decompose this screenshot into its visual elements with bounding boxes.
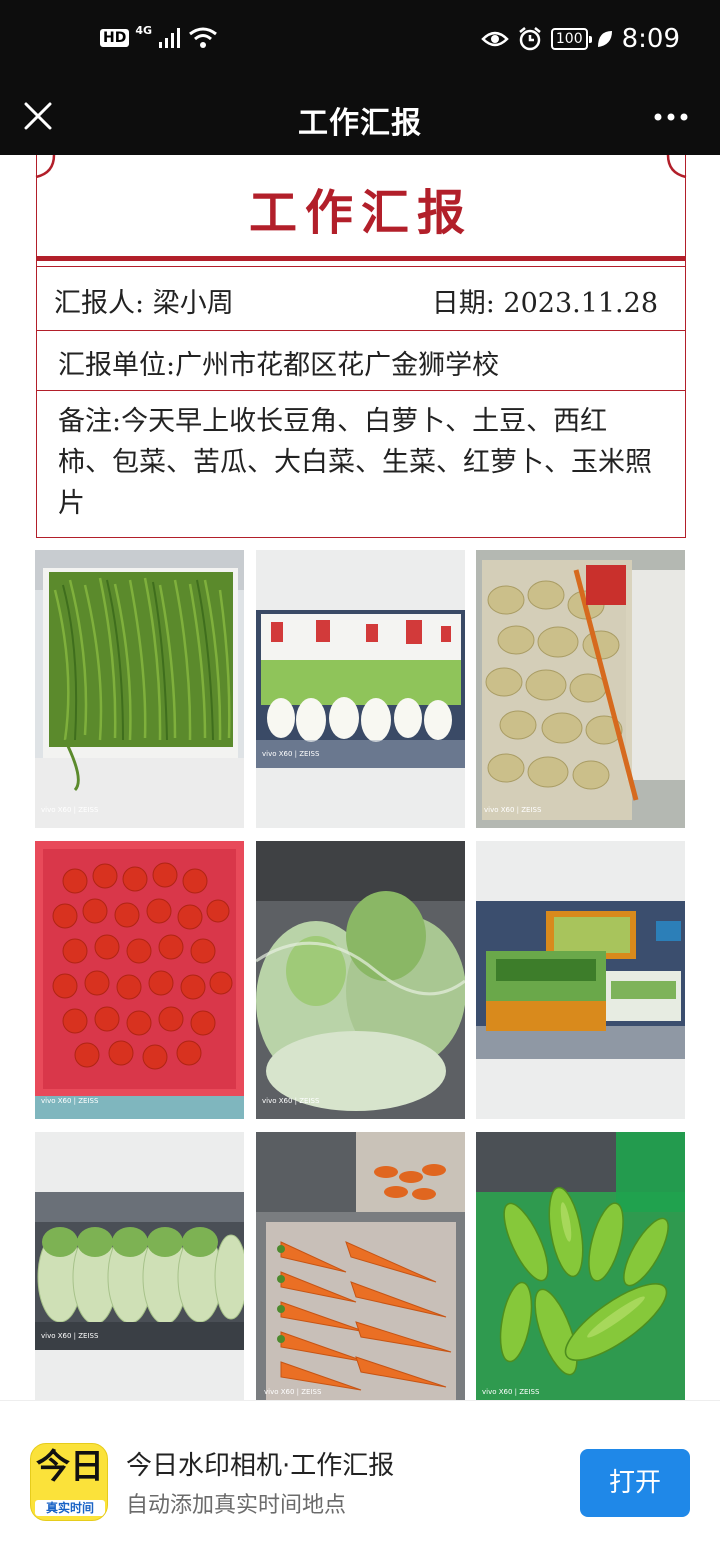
logo-text: 今日: [36, 1447, 104, 1487]
unit-row: 汇报单位:广州市花都区花广金狮学校: [36, 330, 686, 390]
wifi-icon: [189, 27, 217, 48]
more-icon: [654, 113, 688, 121]
hd-badge: HD: [100, 29, 130, 47]
reporter-name: 梁小周: [152, 288, 234, 319]
unit-value: 广州市花都区花广金狮学校: [175, 350, 500, 381]
photo-cabbage[interactable]: vivo X60 | ZEISS: [256, 841, 465, 1119]
status-right: 100 8:09: [481, 24, 680, 54]
note-field: 备注:今天早上收长豆角、白萝卜、土豆、西红柿、包菜、苦瓜、大白菜、生菜、红萝卜、…: [58, 401, 658, 524]
leaf-icon: [597, 31, 612, 47]
status-left: HD 4G: [100, 23, 218, 50]
note-label: 备注:: [58, 406, 122, 437]
reporter-label: 汇报人:: [54, 288, 145, 319]
battery-indicator: 100: [550, 28, 592, 50]
photo-carrots[interactable]: vivo X60 | ZEISS: [256, 1132, 465, 1400]
more-button[interactable]: [652, 102, 692, 132]
app-promo-banner: 今日 真实时间 今日水印相机·工作汇报 自动添加真实时间地点 打开: [0, 1400, 720, 1560]
photo-napa-cabbage[interactable]: vivo X60 | ZEISS: [35, 1132, 244, 1400]
report-content: 工作汇报 汇报人: 梁小周 日期: 2023.11.28 汇报单位:广州市花都区…: [0, 155, 720, 1400]
clock: 8:09: [621, 24, 680, 54]
photo-white-radish[interactable]: vivo X60 | ZEISS: [256, 550, 465, 828]
photo-watermark: vivo X60 | ZEISS: [262, 750, 320, 758]
photo-bitter-melon[interactable]: vivo X60 | ZEISS: [476, 1132, 685, 1400]
photo-potatoes[interactable]: vivo X60 | ZEISS: [476, 550, 685, 828]
report-card: 工作汇报 汇报人: 梁小周 日期: 2023.11.28 汇报单位:广州市花都区…: [35, 155, 687, 538]
logo-caption: 真实时间: [35, 1500, 105, 1516]
report-heading: 工作汇报: [248, 185, 473, 241]
photo-watermark: vivo X60 | ZEISS: [41, 1332, 99, 1340]
reporter-row: 汇报人: 梁小周 日期: 2023.11.28: [36, 266, 686, 330]
signal-icon: [159, 28, 181, 48]
unit-label: 汇报单位:: [58, 350, 176, 381]
app-subtitle: 自动添加真实时间地点: [126, 1493, 347, 1518]
eye-icon: [481, 31, 509, 47]
photo-green-beans[interactable]: vivo X60 | ZEISS: [35, 550, 244, 828]
title-bar: 工作汇报: [0, 80, 720, 155]
network-type: 4G: [135, 23, 153, 37]
date-field: 日期: 2023.11.28: [432, 281, 658, 320]
open-button[interactable]: 打开: [580, 1449, 690, 1517]
reporter-field: 汇报人: 梁小周: [54, 281, 234, 320]
photo-watermark: vivo X60 | ZEISS: [41, 806, 99, 814]
photo-watermark: vivo X60 | ZEISS: [484, 806, 542, 814]
note-row: 备注:今天早上收长豆角、白萝卜、土豆、西红柿、包菜、苦瓜、大白菜、生菜、红萝卜、…: [36, 390, 686, 538]
photo-lettuce-bundles[interactable]: [476, 841, 685, 1119]
photo-watermark: vivo X60 | ZEISS: [482, 1388, 540, 1396]
heading-divider: [36, 256, 686, 261]
date-value: 2023.11.28: [503, 288, 658, 319]
app-name: 今日水印相机·工作汇报: [126, 1451, 395, 1481]
photo-watermark: vivo X60 | ZEISS: [264, 1388, 322, 1396]
date-label: 日期:: [431, 288, 495, 319]
app-logo[interactable]: 今日 真实时间: [30, 1443, 108, 1521]
photo-watermark: vivo X60 | ZEISS: [262, 1097, 320, 1105]
photo-watermark: vivo X60 | ZEISS: [41, 1097, 99, 1105]
status-bar: HD 4G 100 8:09: [0, 0, 720, 80]
alarm-icon: [519, 27, 541, 51]
note-value: 今天早上收长豆角、白萝卜、土豆、西红柿、包菜、苦瓜、大白菜、生菜、红萝卜、玉米照…: [58, 406, 652, 519]
photo-tomatoes[interactable]: vivo X60 | ZEISS: [35, 841, 244, 1119]
page-title: 工作汇报: [298, 106, 422, 141]
unit-field: 汇报单位:广州市花都区花广金狮学校: [58, 343, 499, 382]
